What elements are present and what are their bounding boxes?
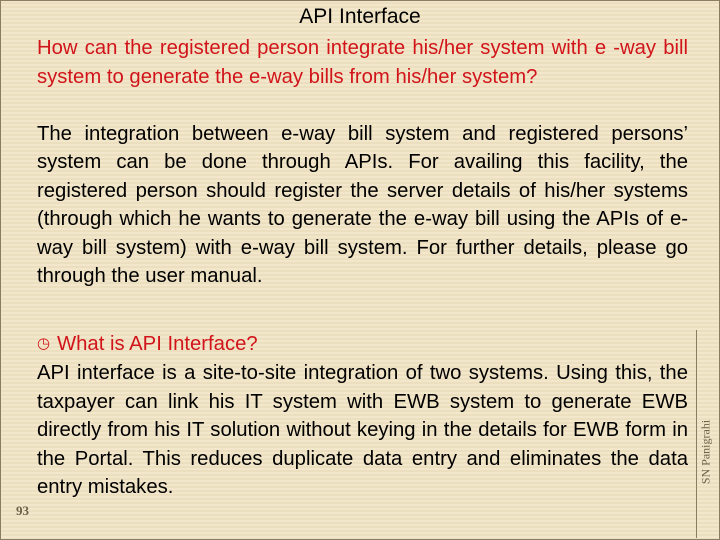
subheading: ◷ What is API Interface? (37, 330, 258, 358)
clock-icon: ◷ (37, 335, 51, 352)
author-label: SN Panigrahi (698, 419, 713, 485)
side-divider (696, 330, 697, 538)
slide-title: API Interface (299, 5, 421, 28)
subheading-body: API interface is a site-to-site integrat… (37, 362, 688, 499)
subheading-text: What is API Interface? (57, 333, 258, 355)
question-text: How can the registered person integrate … (37, 37, 688, 88)
answer-text: The integration between e-way bill syste… (37, 122, 688, 288)
page-number: 93 (16, 503, 29, 518)
